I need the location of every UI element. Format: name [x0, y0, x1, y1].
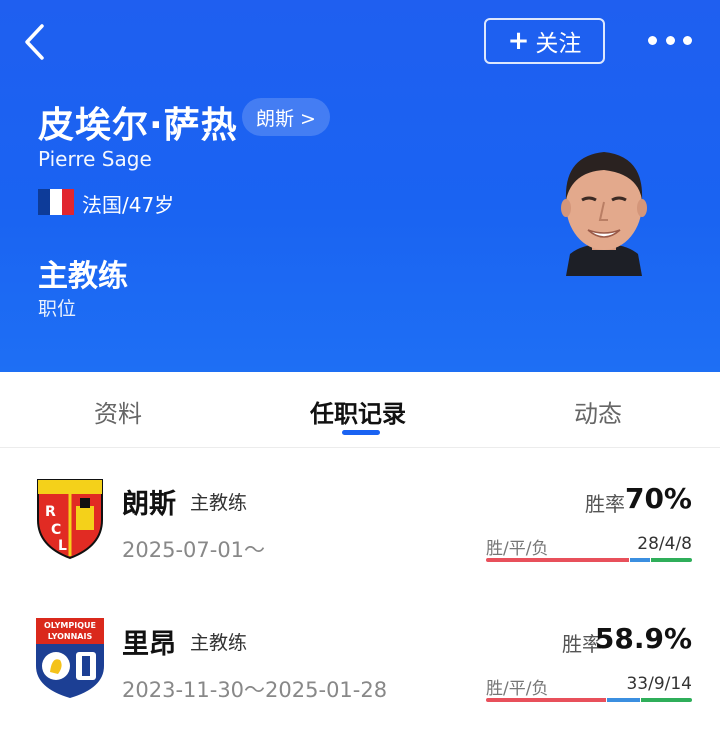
wdl-label: 胜/平/负 [486, 679, 549, 699]
wdl-bar [486, 558, 692, 562]
loss-segment [651, 558, 692, 562]
wdl-bar [486, 698, 692, 702]
coach-name: 皮埃尔·萨热 [38, 105, 238, 146]
profile-header: + 关注 皮埃尔·萨热 朗斯 > Pierre Sage 法国/47岁 主教练 … [0, 0, 720, 372]
record-club-name: 朗斯 [122, 489, 176, 520]
record-club-name: 里昂 [122, 629, 176, 660]
record-period: 2023-11-30～2025-01-28 [122, 678, 388, 702]
tab-bar: 资料 任职记录 动态 [0, 372, 720, 448]
record-period: 2025-07-01～ [122, 538, 266, 562]
coach-avatar [561, 152, 647, 276]
lyon-club-logo: OLYMPIQUE LYONNAIS [36, 618, 104, 698]
lens-club-logo: R C L [37, 479, 103, 560]
win-rate-value: 58.9% [594, 622, 692, 655]
back-arrow-icon[interactable] [18, 22, 54, 62]
svg-text:R: R [45, 504, 56, 520]
coach-english-name: Pierre Sage [38, 147, 152, 171]
tab-career-history[interactable]: 任职记录 [310, 394, 406, 429]
active-tab-indicator [342, 430, 380, 435]
current-club-tag[interactable]: 朗斯 > [242, 98, 330, 136]
career-record-lyon[interactable]: OLYMPIQUE LYONNAIS 里昂 主教练 2023-11-30～202… [0, 600, 720, 740]
france-flag-icon [38, 189, 74, 215]
loss-segment [641, 698, 692, 702]
position-label: 职位 [38, 298, 77, 320]
win-segment [486, 558, 629, 562]
wdl-label: 胜/平/负 [486, 539, 549, 559]
position-value: 主教练 [38, 259, 128, 294]
win-rate-label: 胜率 [585, 492, 625, 516]
wdl-value: 28/4/8 [637, 534, 692, 554]
follow-button[interactable]: + 关注 [484, 18, 605, 64]
more-options-icon[interactable] [648, 28, 692, 52]
record-role: 主教练 [190, 632, 248, 654]
tab-news[interactable]: 动态 [574, 394, 622, 429]
nationality-age: 法国/47岁 [82, 193, 175, 217]
wdl-value: 33/9/14 [626, 674, 692, 694]
svg-text:L: L [58, 538, 67, 554]
win-rate-value: 70% [624, 482, 692, 515]
tab-profile[interactable]: 资料 [94, 394, 142, 429]
career-record-lens[interactable]: R C L 朗斯 主教练 2025-07-01～ 胜率 70% 胜/平/负 28… [0, 460, 720, 600]
follow-label: 关注 [535, 31, 582, 57]
win-segment [486, 698, 607, 702]
draw-segment [629, 558, 651, 562]
draw-segment [607, 698, 640, 702]
svg-text:OLYMPIQUE: OLYMPIQUE [44, 621, 96, 630]
svg-text:C: C [51, 522, 61, 538]
record-role: 主教练 [190, 492, 248, 514]
svg-text:LYONNAIS: LYONNAIS [48, 632, 93, 641]
plus-icon: + [507, 26, 530, 56]
